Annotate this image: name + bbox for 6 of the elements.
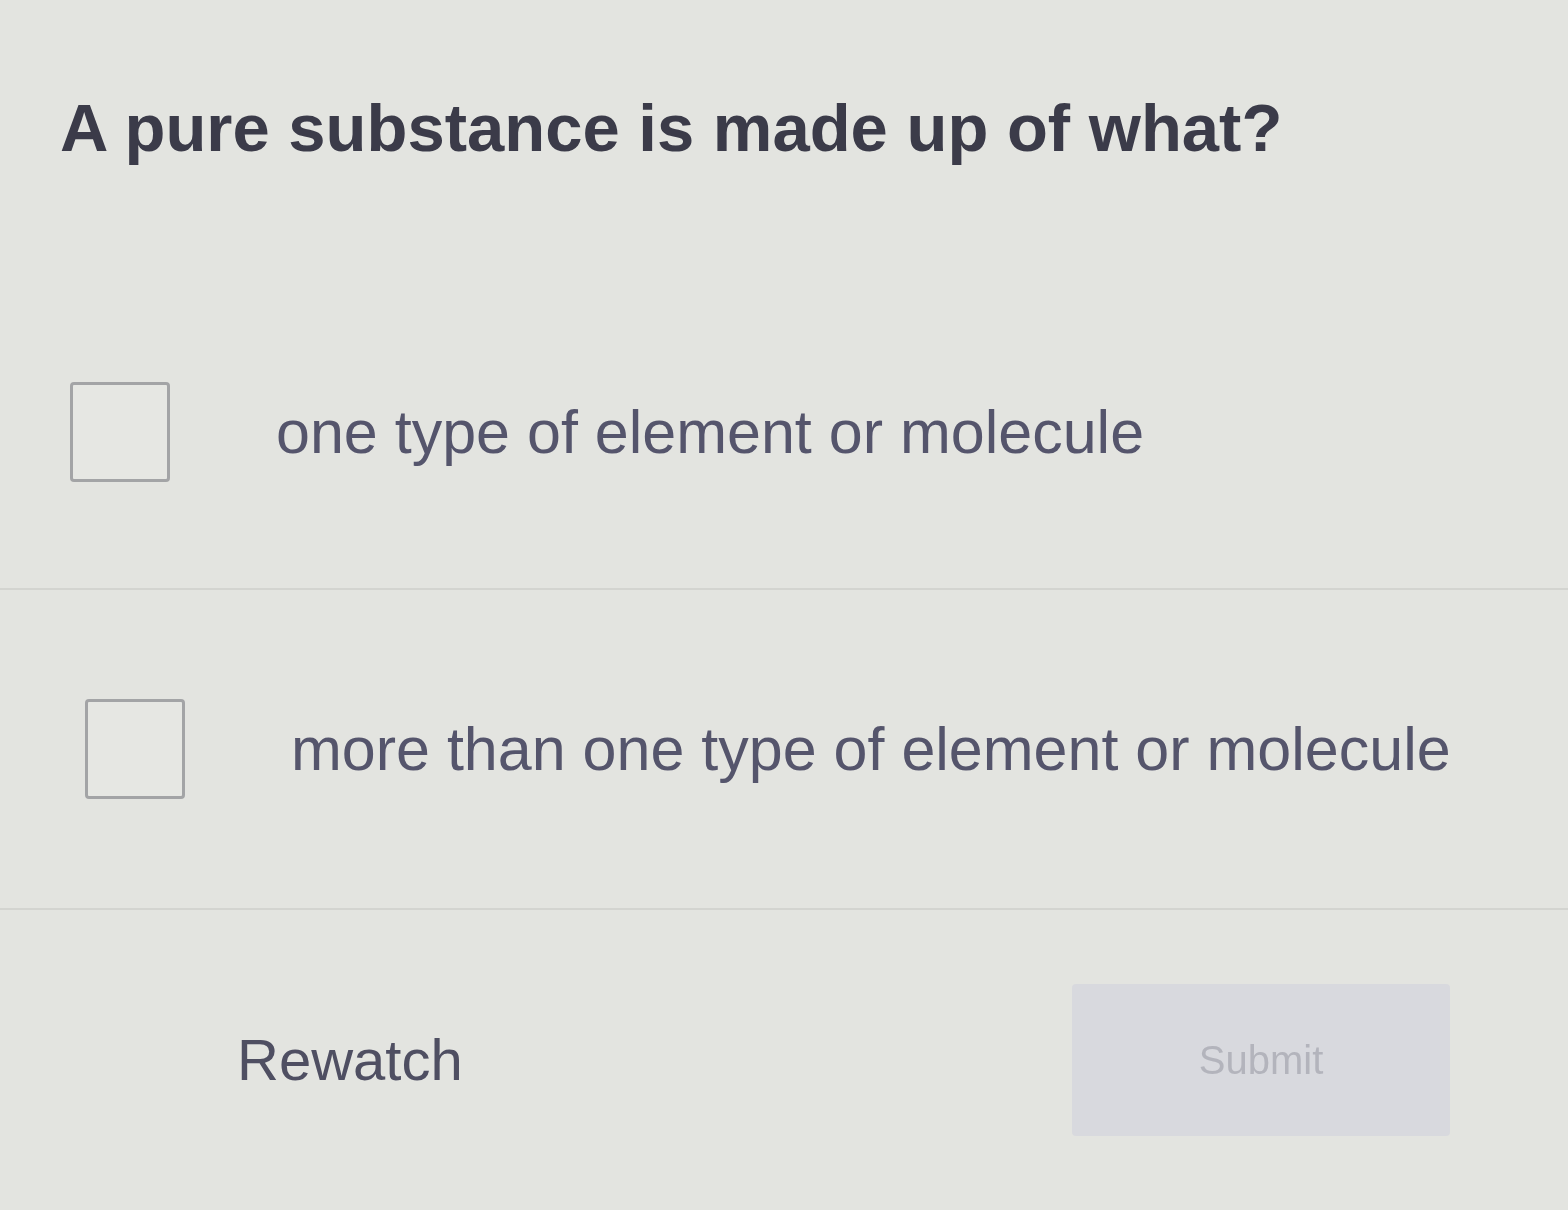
option-label: one type of element or molecule <box>276 396 1145 468</box>
question-text: A pure substance is made up of what? <box>60 89 1283 167</box>
option-label: more than one type of element or molecule <box>291 714 1451 785</box>
checkbox[interactable] <box>70 381 170 482</box>
rewatch-button[interactable]: Rewatch <box>221 1018 479 1102</box>
checkbox[interactable] <box>85 699 185 799</box>
